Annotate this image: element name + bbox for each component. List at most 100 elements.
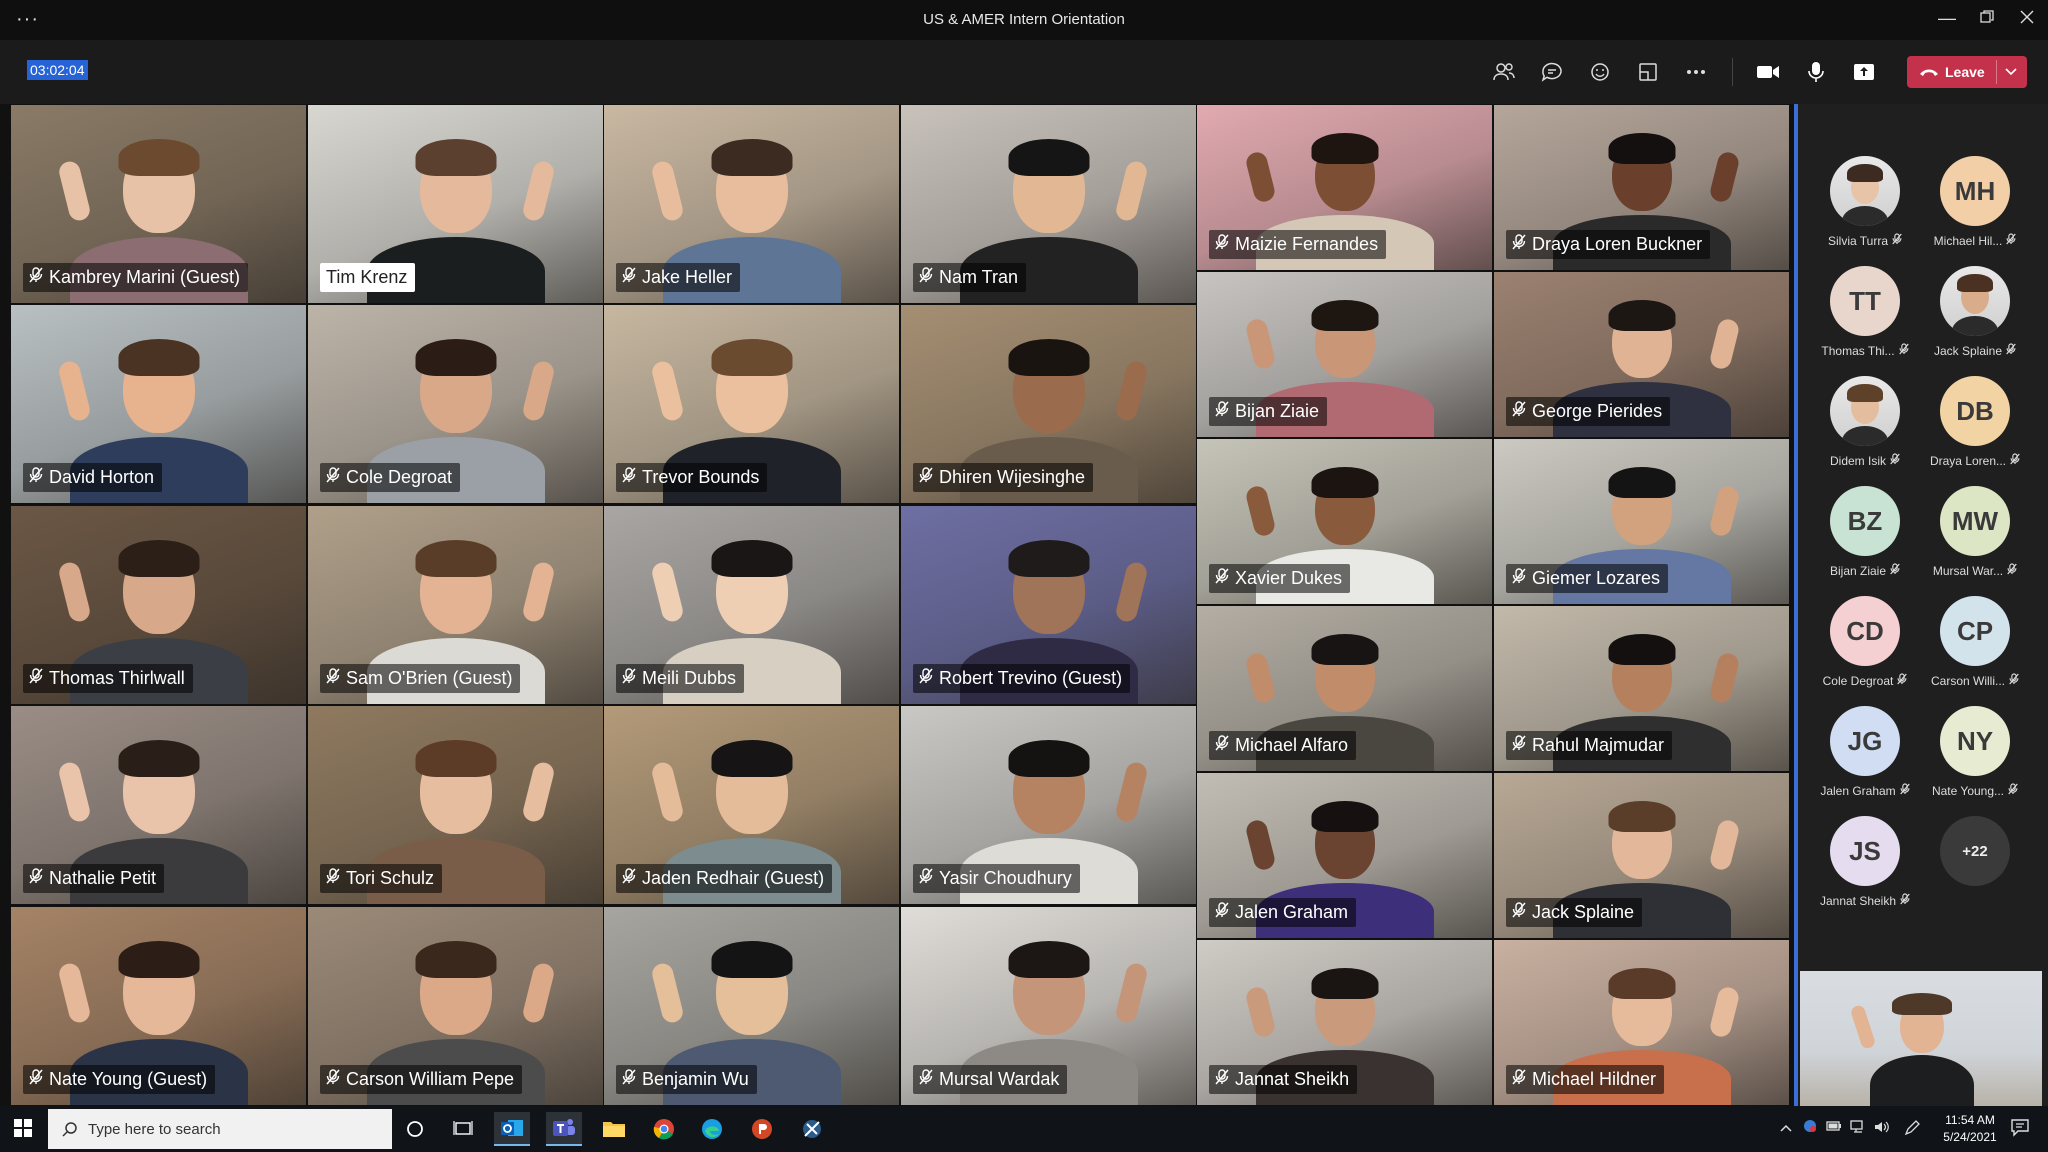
rooms-icon[interactable] [1632,56,1664,88]
participant-video-tile[interactable]: Robert Trevino (Guest) [900,505,1197,705]
participant-video-tile[interactable]: Michael Alfaro [1196,605,1493,772]
participant-name: George Pierides [1532,401,1663,421]
participant-name: Michael Hildner [1532,1069,1657,1089]
participant-video-tile[interactable]: Jaden Redhair (Guest) [603,705,900,905]
security-tray-icon[interactable] [1802,1118,1818,1137]
chrome-icon[interactable] [646,1112,682,1146]
participant-video-tile[interactable]: Jannat Sheikh [1196,939,1493,1106]
roster-name-row: Jannat Sheikh [1810,893,1920,908]
tray-chevron-up-icon[interactable] [1780,1120,1792,1135]
windows-taskbar: Type here to search 11:54 AM 5/24/2021 [0,1106,2048,1152]
more-actions-icon[interactable] [1680,56,1712,88]
roster-participant[interactable]: BZ Bijan Ziaie [1810,486,1920,578]
restore-icon[interactable] [1972,8,2002,29]
overflow-count: +22 [1962,842,1988,860]
roster-participant[interactable]: DB Draya Loren... [1920,376,2030,468]
participant-video-tile[interactable]: Sam O'Brien (Guest) [307,505,604,705]
participant-video-tile[interactable]: Tim Krenz [307,104,604,304]
roster-participant[interactable]: JG Jalen Graham [1810,706,1920,798]
muted-mic-icon [1890,563,1900,578]
powerpoint-icon[interactable] [744,1112,780,1146]
muted-mic-icon [1215,401,1229,422]
roster-participant[interactable]: MH Michael Hil... [1920,156,2030,248]
battery-icon[interactable] [1826,1120,1842,1135]
participant-video-tile[interactable]: Nam Tran [900,104,1197,304]
leave-button[interactable]: Leave [1907,56,2027,88]
participant-video-tile[interactable]: Kambrey Marini (Guest) [10,104,307,304]
outlook-app-icon[interactable] [494,1112,530,1146]
participant-video-tile[interactable]: George Pierides [1493,271,1790,438]
share-screen-icon[interactable] [1848,56,1880,88]
chat-icon[interactable] [1536,56,1568,88]
muted-mic-icon [622,868,636,889]
participant-video-tile[interactable]: Trevor Bounds [603,304,900,504]
participant-video-tile[interactable]: Giemer Lozares [1493,438,1790,605]
participant-hair [1608,634,1675,665]
participant-video-tile[interactable]: Nate Young (Guest) [10,906,307,1106]
taskbar-clock[interactable]: 11:54 AM 5/24/2021 [1930,1112,2010,1146]
participant-video-tile[interactable]: Dhiren Wijesinghe [900,304,1197,504]
participant-video-tile[interactable]: Maizie Fernandes [1196,104,1493,271]
roster-participant[interactable]: JS Jannat Sheikh [1810,816,1920,908]
participant-video-tile[interactable]: Yasir Choudhury [900,705,1197,905]
participant-video-tile[interactable]: Bijan Ziaie [1196,271,1493,438]
self-view-video[interactable] [1800,971,2042,1106]
participant-hand [650,359,685,423]
participant-hand [57,760,92,824]
roster-participant[interactable]: Silvia Turra [1810,156,1920,248]
taskbar-search-input[interactable]: Type here to search [48,1109,392,1149]
participant-video-tile[interactable]: Cole Degroat [307,304,604,504]
muted-mic-icon [1512,735,1526,756]
participant-video-tile[interactable]: Meili Dubbs [603,505,900,705]
participant-video-tile[interactable]: Benjamin Wu [603,906,900,1106]
minimize-icon[interactable]: — [1932,8,1962,29]
participant-video-tile[interactable]: Mursal Wardak [900,906,1197,1106]
roster-overflow[interactable]: +22 [1920,816,2030,886]
participant-hair [118,740,199,777]
muted-mic-icon [326,467,340,488]
participant-hand [1708,651,1741,705]
volume-icon[interactable] [1874,1120,1890,1137]
participant-video-tile[interactable]: Rahul Majmudar [1493,605,1790,772]
roster-participant[interactable]: MW Mursal War... [1920,486,2030,578]
roster-participant[interactable]: CP Carson Willi... [1920,596,2030,688]
roster-participant[interactable]: CD Cole Degroat [1810,596,1920,688]
participant-video-tile[interactable]: Carson William Pepe [307,906,604,1106]
microphone-icon[interactable] [1800,56,1832,88]
participant-video-tile[interactable]: Nathalie Petit [10,705,307,905]
chevron-down-icon[interactable] [2005,68,2017,76]
roster-participant[interactable]: Didem Isik [1810,376,1920,468]
close-icon[interactable] [2012,8,2042,29]
roster-participant[interactable]: Jack Splaine [1920,266,2030,358]
camera-icon[interactable] [1752,56,1784,88]
teams-app-icon[interactable] [546,1112,582,1146]
participant-video-tile[interactable]: Jake Heller [603,104,900,304]
muted-mic-icon [1512,234,1526,255]
roster-name: Jannat Sheikh [1819,893,1897,908]
notifications-icon[interactable] [2010,1117,2030,1140]
file-explorer-icon[interactable] [596,1112,632,1146]
participants-icon[interactable] [1488,56,1520,88]
participant-video-tile[interactable]: Jack Splaine [1493,772,1790,939]
participant-hair [1311,801,1378,832]
roster-participant[interactable]: NY Nate Young... [1920,706,2030,798]
roster-name: Mursal War... [1932,563,2004,578]
snipping-tool-icon[interactable] [794,1112,830,1146]
participant-video-tile[interactable]: David Horton [10,304,307,504]
edge-icon[interactable] [694,1112,730,1146]
participant-video-tile[interactable]: Thomas Thirlwall [10,505,307,705]
roster-participant[interactable]: TT Thomas Thi... [1810,266,1920,358]
pen-icon[interactable] [1904,1120,1920,1139]
reactions-icon[interactable] [1584,56,1616,88]
participant-video-tile[interactable]: Jalen Graham [1196,772,1493,939]
participant-nameplate: Bijan Ziaie [1209,397,1328,426]
participant-video-tile[interactable]: Draya Loren Buckner [1493,104,1790,271]
task-view-icon[interactable] [445,1112,481,1146]
network-icon[interactable] [1850,1120,1866,1137]
participant-video-tile[interactable]: Michael Hildner [1493,939,1790,1106]
cortana-icon[interactable] [397,1112,433,1146]
participant-video-tile[interactable]: Xavier Dukes [1196,438,1493,605]
windows-start-icon[interactable] [14,1119,32,1142]
avatar-initials: MH [1954,175,1996,206]
participant-video-tile[interactable]: Tori Schulz [307,705,604,905]
